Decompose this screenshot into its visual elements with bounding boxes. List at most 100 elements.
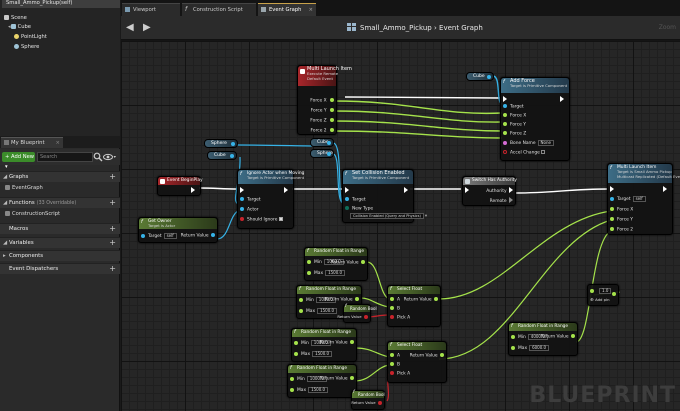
pin-a[interactable]: A	[390, 297, 400, 304]
pin-max[interactable]: Max 1500.0	[290, 387, 329, 394]
max-field[interactable]: 1500.0	[308, 387, 329, 393]
node-get-cube[interactable]: Cube	[466, 72, 494, 81]
category-components[interactable]: ▸ Components	[0, 250, 120, 261]
checkbox[interactable]	[278, 217, 283, 221]
search-icon[interactable]	[93, 152, 103, 162]
max-field[interactable]: 1500.0	[317, 308, 338, 314]
pin-target[interactable]: Target	[345, 197, 366, 204]
category-graphs[interactable]: ◢ Graphs +	[0, 171, 120, 182]
pin-max[interactable]: Max 1500.0	[294, 351, 333, 358]
node-get-cube[interactable]: Cube	[207, 151, 237, 160]
pin-output[interactable]	[612, 292, 616, 299]
node-select-float-1[interactable]: f Select Float A B Pick A Return Value	[387, 285, 441, 327]
pin-b[interactable]: B	[390, 362, 400, 369]
checkbox[interactable]	[541, 150, 546, 154]
node-get-owner[interactable]: f Get Owner Target is Actor Target self Ret…	[138, 217, 218, 243]
add-dispatcher-icon[interactable]: +	[109, 264, 116, 274]
node-random-float-3[interactable]: f Random Float in Range Min 4000.0 Max 6000…	[508, 322, 578, 356]
close-icon[interactable]: ×	[56, 138, 60, 148]
node-get-sphere[interactable]: Sphere	[204, 139, 238, 148]
pin-return-value[interactable]: Return Value	[320, 340, 354, 347]
search-input[interactable]: Search	[37, 152, 93, 162]
pin-return-value[interactable]: Return Value	[181, 233, 215, 240]
pin-new-type[interactable]: New Type	[345, 206, 373, 213]
target-field[interactable]: self	[163, 233, 177, 239]
pin-force-z[interactable]: Force Z	[503, 131, 526, 138]
pin-exec-out[interactable]	[663, 186, 670, 194]
pin-force-z[interactable]: Force Z	[310, 118, 334, 125]
tree-item-pointlight[interactable]: PointLight	[14, 33, 47, 42]
pin-return-value[interactable]: Return Value	[410, 353, 444, 360]
pin-target[interactable]: Target self	[141, 233, 177, 240]
tree-item-scene[interactable]: Scene	[4, 14, 27, 23]
add-pin-button[interactable]: ⊕ Add pin	[590, 297, 610, 304]
breadcrumb-blueprint[interactable]: Small_Ammo_Pickup	[360, 24, 432, 32]
pin-accel-change[interactable]: Accel Change	[503, 150, 546, 157]
value-field[interactable]: 1.0	[599, 288, 612, 294]
pin-force-2[interactable]: Force 2	[610, 227, 633, 234]
bone-name-field[interactable]: None	[537, 140, 554, 146]
pin-exec-in[interactable]	[503, 96, 510, 104]
pin-exec-in[interactable]	[240, 187, 247, 195]
node-random-float-4[interactable]: f Random Float in Range Min 1000.0 Max 1500…	[291, 328, 357, 362]
tree-root-row[interactable]: Small_Ammo_Pickup(self)	[2, 0, 120, 8]
pin-pick-a[interactable]: Pick A	[390, 371, 410, 378]
pin-return-value[interactable]: Return Value	[541, 334, 575, 341]
pin-remote[interactable]: Remote	[490, 197, 513, 205]
add-function-icon[interactable]: +	[109, 198, 116, 208]
add-new-button[interactable]: + Add New ▾	[2, 152, 35, 170]
close-icon[interactable]: ×	[309, 4, 313, 16]
pin-force-y[interactable]: Force Y	[311, 108, 334, 115]
add-variable-icon[interactable]: +	[109, 238, 116, 248]
pin-max[interactable]: Max 1500.0	[307, 270, 346, 277]
pin-return-value[interactable]: Return Value	[351, 400, 382, 407]
pin-return-value[interactable]: Return Value	[320, 376, 354, 383]
pin-target[interactable]: Target	[503, 104, 524, 111]
category-macros[interactable]: Macros +	[0, 223, 120, 234]
node-add-force[interactable]: f Add Force Target is Primitive Component …	[500, 77, 570, 161]
pin-return-value[interactable]: Return Value	[337, 314, 368, 321]
pin-input-a[interactable]: 1.0	[590, 288, 612, 295]
pin-exec-in[interactable]	[345, 187, 352, 195]
pin-force-x[interactable]: Force X	[610, 207, 633, 214]
pin-bone-name[interactable]: Bone Name None	[503, 140, 554, 147]
graph-canvas[interactable]: Multi Launch Item Execute Remote Default E…	[121, 41, 680, 411]
breadcrumb-graph[interactable]: Event Graph	[439, 24, 483, 32]
pin-exec-out[interactable]	[191, 187, 198, 195]
node-multilaunch-call[interactable]: f Multi Launch Item Target is Small Ammo P…	[607, 163, 680, 235]
tab-viewport[interactable]: Viewport	[122, 3, 180, 16]
pin-exec-in[interactable]	[465, 187, 472, 195]
pin-target[interactable]: Target	[240, 197, 261, 204]
pin-should-ignore[interactable]: Should Ignore	[240, 217, 283, 224]
target-field[interactable]: self	[632, 196, 646, 202]
forward-arrow-icon[interactable]: ▶	[143, 22, 153, 34]
tab-event-graph[interactable]: Event Graph ×	[258, 3, 316, 16]
function-item-constructionscript[interactable]: ConstructionScript	[0, 210, 120, 219]
node-switch-authority[interactable]: Switch Has Authority Authority Remote	[462, 176, 517, 206]
node-ignore-actor[interactable]: f Ignore Actor when Moving Target is Primi…	[237, 169, 304, 229]
category-functions[interactable]: ◢ Functions (33 Overridable) +	[0, 197, 120, 208]
pin-b[interactable]: B	[390, 306, 400, 313]
max-field[interactable]: 1500.0	[312, 351, 333, 357]
pin-force-y[interactable]: Force Y	[503, 122, 526, 129]
node-set-collision[interactable]: f Set Collision Enabled Target is Primitiv…	[342, 169, 427, 223]
tree-item-cube[interactable]: ◂ Cube	[8, 23, 31, 32]
pin-force-x[interactable]: Force X	[503, 113, 526, 120]
category-event-dispatchers[interactable]: Event Dispatchers +	[0, 263, 120, 274]
node-multilaunch-event[interactable]: Multi Launch Item Execute Remote Default E…	[297, 65, 352, 135]
node-event-beginplay[interactable]: Event BeginPlay	[157, 176, 203, 196]
max-field[interactable]: 6000.0	[529, 345, 550, 351]
pin-force-y[interactable]: Force Y	[610, 217, 633, 224]
node-random-bool-2[interactable]: f Random Bool Return Value	[351, 390, 385, 410]
pin-pick-a[interactable]: Pick A	[390, 315, 410, 322]
pin-max[interactable]: Max 6000.0	[511, 345, 550, 352]
back-arrow-icon[interactable]: ◀	[126, 22, 136, 34]
pin-authority[interactable]: Authority	[486, 187, 513, 195]
node-random-bool-1[interactable]: f Random Bool Return Value	[337, 304, 377, 323]
pin-return-value[interactable]: Return Value	[325, 297, 359, 304]
pin-actor[interactable]: Actor	[240, 207, 259, 214]
pin-force-2[interactable]: Force 2	[311, 128, 334, 135]
pin-max[interactable]: Max 1500.0	[299, 308, 338, 315]
graph-item-eventgraph[interactable]: EventGraph	[0, 184, 120, 193]
category-variables[interactable]: ◢ Variables +	[0, 237, 120, 248]
